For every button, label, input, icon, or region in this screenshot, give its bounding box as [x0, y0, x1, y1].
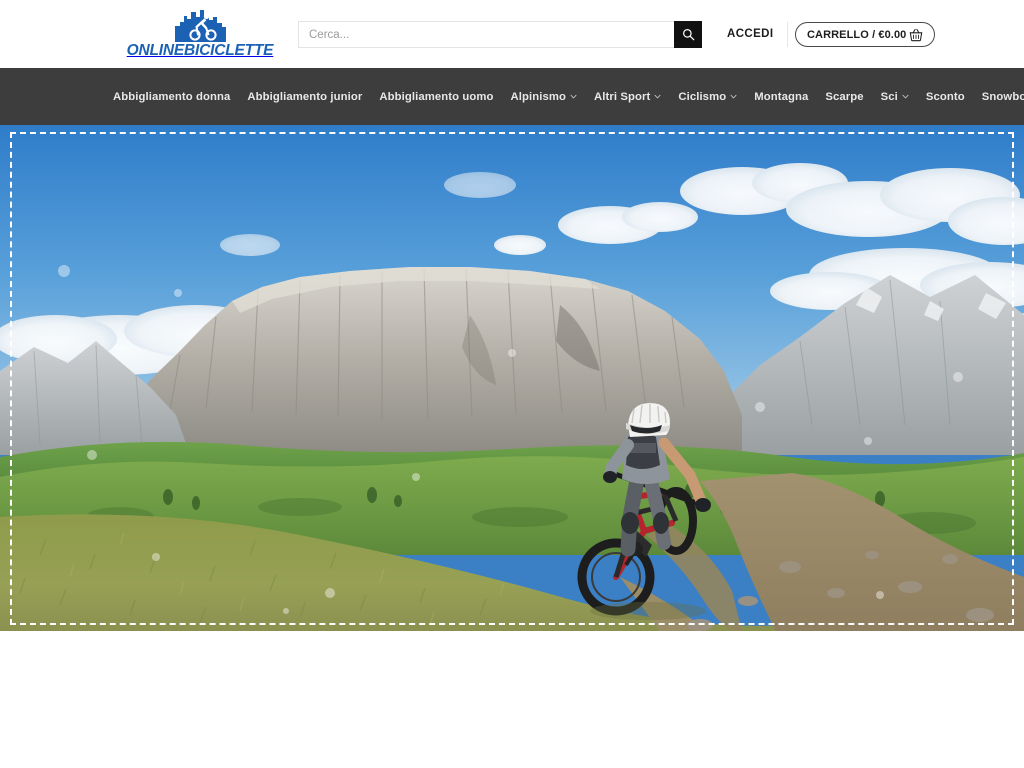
- login-link[interactable]: ACCEDI: [727, 28, 774, 40]
- search-input[interactable]: [298, 21, 674, 48]
- site-logo[interactable]: ONLINEBICICLETTE: [100, 0, 300, 68]
- nav-item-abbigliamento-donna[interactable]: Abbigliamento donna: [113, 91, 230, 103]
- hero-image: [0, 125, 1024, 631]
- nav-item-label: Sci: [880, 90, 898, 103]
- nav-item-scarpe[interactable]: Scarpe: [825, 91, 863, 103]
- hero-banner[interactable]: [0, 125, 1024, 631]
- nav-item-abbigliamento-uomo[interactable]: Abbigliamento uomo: [379, 91, 493, 103]
- nav-item-label: Scarpe: [825, 90, 864, 103]
- cart-label: CARRELLO / €0.00: [807, 28, 907, 41]
- featured-offer-section: OFFERTA IN EVIDENZA: [0, 631, 1024, 768]
- nav-item-sci[interactable]: Sci: [881, 91, 909, 103]
- search-icon: [682, 29, 694, 41]
- main-navigation: Abbigliamento donna Abbigliamento junior A…: [0, 68, 1024, 125]
- nav-item-sconto[interactable]: Sconto: [926, 91, 965, 103]
- chevron-down-icon: [730, 94, 737, 99]
- chevron-down-icon: [654, 94, 661, 99]
- nav-item-abbigliamento-junior[interactable]: Abbigliamento junior: [247, 91, 362, 103]
- nav-item-label: Ciclismo: [678, 90, 727, 103]
- chevron-down-icon: [902, 94, 909, 99]
- nav-item-label: Sconto: [925, 90, 965, 103]
- nav-item-label: Abbigliamento junior: [247, 90, 363, 103]
- chevron-down-icon: [570, 94, 577, 99]
- nav-item-snowboard[interactable]: Snowboard: [982, 91, 1024, 103]
- cyclist-city-skyline-icon: [175, 9, 226, 42]
- site-header: ONLINEBICICLETTE ACCEDI CARRELLO / €0.00: [0, 0, 1024, 68]
- nav-item-altri-sport[interactable]: Altri Sport: [594, 91, 661, 103]
- search-form: [298, 21, 702, 48]
- nav-item-ciclismo[interactable]: Ciclismo: [678, 91, 737, 103]
- nav-item-label: Altri Sport: [594, 90, 651, 103]
- nav-item-montagna[interactable]: Montagna: [754, 91, 808, 103]
- nav-item-label: Montagna: [754, 90, 809, 103]
- nav-item-label: Abbigliamento donna: [113, 90, 231, 103]
- logo-text: ONLINEBICICLETTE: [126, 41, 274, 59]
- nav-item-label: Alpinismo: [510, 90, 566, 103]
- header-divider: [787, 22, 788, 47]
- search-button[interactable]: [674, 21, 702, 48]
- nav-item-alpinismo[interactable]: Alpinismo: [510, 91, 577, 103]
- nav-item-label: Snowboard: [981, 90, 1024, 103]
- nav-item-label: Abbigliamento uomo: [379, 90, 494, 103]
- cart-button[interactable]: CARRELLO / €0.00: [795, 22, 936, 47]
- shopping-basket-icon: [910, 28, 923, 41]
